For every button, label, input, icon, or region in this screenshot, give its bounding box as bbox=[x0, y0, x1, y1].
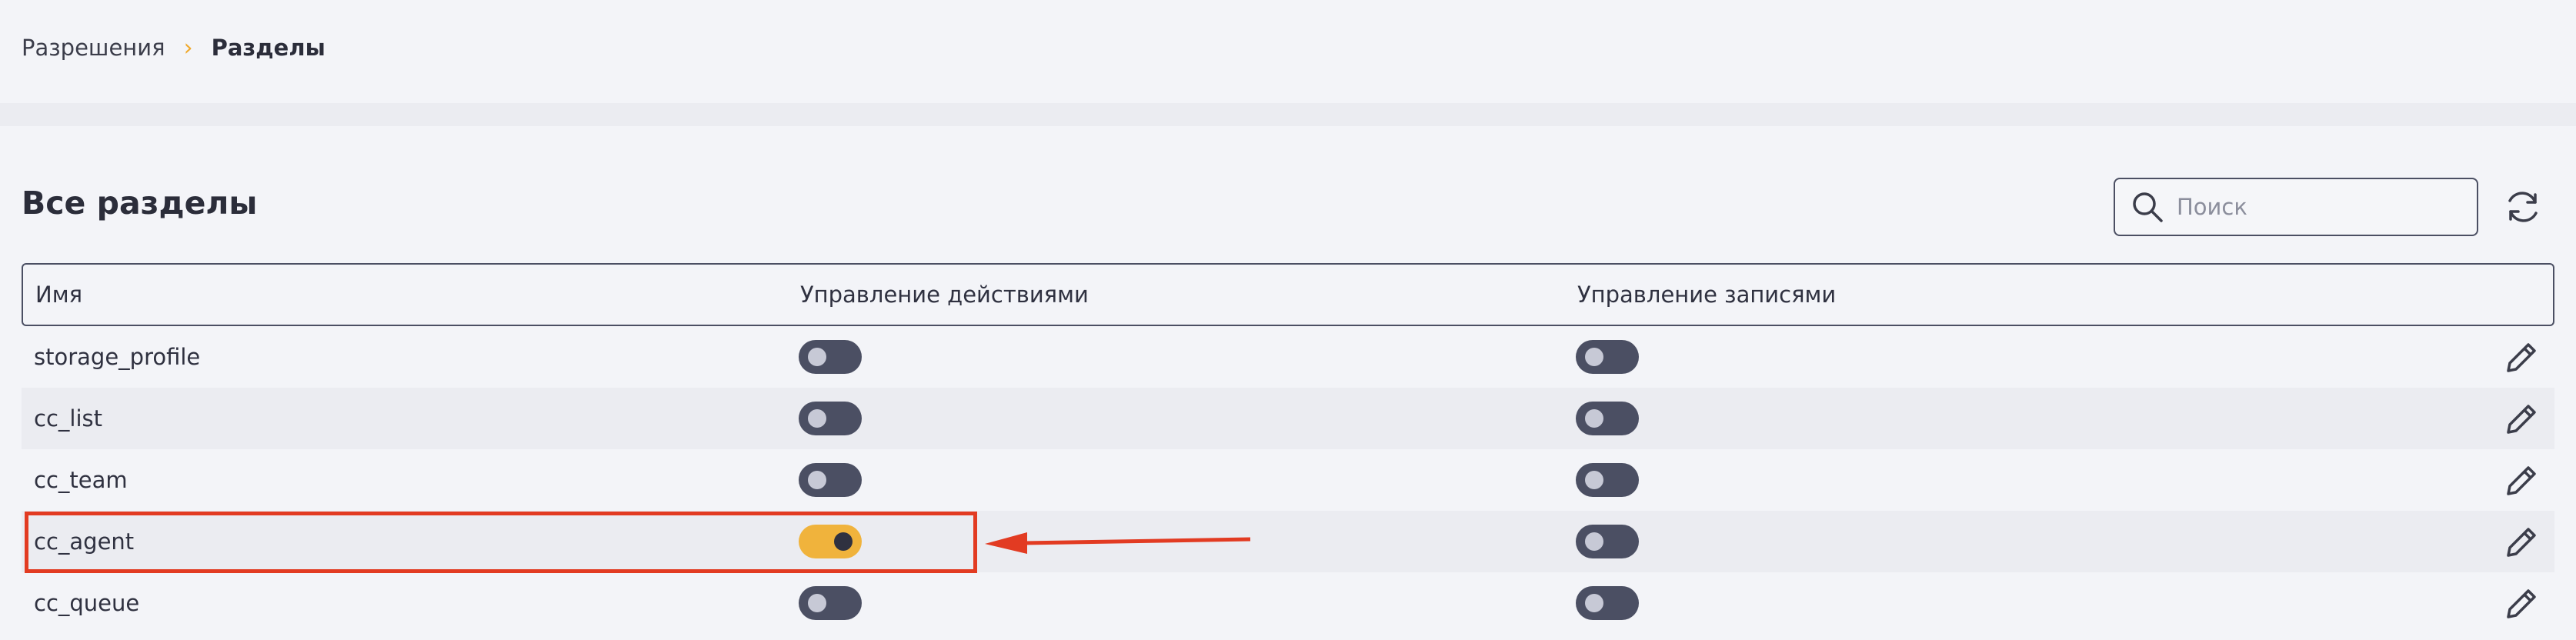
pencil-icon[interactable] bbox=[2505, 463, 2539, 497]
refresh-icon[interactable] bbox=[2503, 187, 2543, 227]
toggle-knob bbox=[1585, 532, 1603, 551]
record-control-toggle[interactable] bbox=[1576, 340, 1639, 374]
record-control-toggle[interactable] bbox=[1576, 586, 1639, 620]
edit-cell bbox=[2353, 586, 2554, 620]
breadcrumb-current: Разделы bbox=[211, 35, 325, 61]
pencil-icon[interactable] bbox=[2505, 340, 2539, 374]
search-icon bbox=[2133, 192, 2163, 222]
toggle-knob bbox=[1585, 471, 1603, 489]
toggle-knob bbox=[808, 348, 826, 366]
search-box[interactable] bbox=[2114, 178, 2478, 236]
page-title: Все разделы bbox=[22, 185, 258, 222]
table-row: cc_team bbox=[22, 449, 2554, 511]
breadcrumb-permissions-link[interactable]: Разрешения bbox=[22, 35, 165, 61]
table-row: storage_profile bbox=[22, 326, 2554, 388]
action-control-toggle[interactable] bbox=[799, 463, 862, 497]
column-header-name: Имя bbox=[35, 282, 83, 308]
action-control-toggle[interactable] bbox=[799, 525, 862, 558]
section-name: cc_agent bbox=[34, 528, 135, 555]
action-control-toggle[interactable] bbox=[799, 340, 862, 374]
chevron-right-icon: › bbox=[183, 34, 193, 62]
sections-table: Имя Управление действиями Управление зап… bbox=[22, 263, 2554, 634]
section-name: cc_list bbox=[34, 405, 102, 432]
column-header-record-control: Управление записями bbox=[1577, 282, 1837, 308]
edit-cell bbox=[2353, 463, 2554, 497]
column-header-action-control: Управление действиями bbox=[800, 282, 1089, 308]
toggle-knob bbox=[808, 471, 826, 489]
toggle-knob bbox=[1585, 409, 1603, 428]
record-control-toggle[interactable] bbox=[1576, 525, 1639, 558]
edit-cell bbox=[2353, 525, 2554, 558]
pencil-icon[interactable] bbox=[2505, 525, 2539, 558]
table-row: cc_queue bbox=[22, 572, 2554, 634]
edit-cell bbox=[2353, 402, 2554, 435]
edit-cell bbox=[2353, 340, 2554, 374]
action-control-toggle[interactable] bbox=[799, 586, 862, 620]
section-name: cc_team bbox=[34, 467, 128, 493]
table-row: cc_list bbox=[22, 388, 2554, 449]
toggle-knob bbox=[808, 409, 826, 428]
header-divider-band bbox=[0, 103, 2576, 126]
table-header: Имя Управление действиями Управление зап… bbox=[22, 263, 2554, 326]
pencil-icon[interactable] bbox=[2505, 402, 2539, 435]
record-control-toggle[interactable] bbox=[1576, 402, 1639, 435]
section-name: cc_queue bbox=[34, 590, 140, 616]
search-input[interactable] bbox=[2175, 193, 2455, 221]
toggle-knob bbox=[808, 594, 826, 612]
breadcrumb: Разрешения › Разделы bbox=[22, 32, 325, 63]
record-control-toggle[interactable] bbox=[1576, 463, 1639, 497]
action-control-toggle[interactable] bbox=[799, 402, 862, 435]
pencil-icon[interactable] bbox=[2505, 586, 2539, 620]
table-body: storage_profile cc_list cc_team cc_agent cc_… bbox=[22, 326, 2554, 634]
toggle-knob bbox=[1585, 348, 1603, 366]
section-name: storage_profile bbox=[34, 344, 201, 370]
table-row: cc_agent bbox=[22, 511, 2554, 572]
toggle-knob bbox=[834, 532, 853, 551]
toggle-knob bbox=[1585, 594, 1603, 612]
